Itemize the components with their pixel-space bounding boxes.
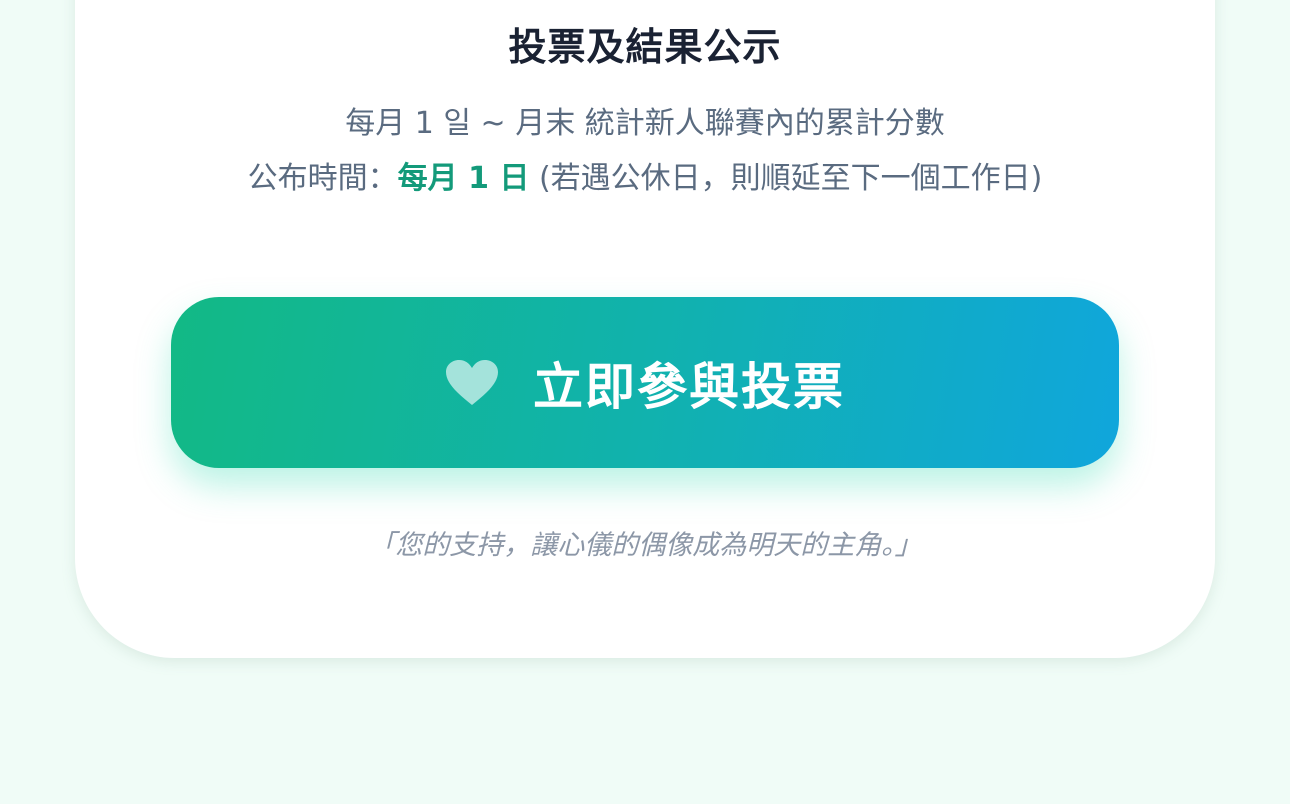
vote-now-button[interactable]: 立即參與投票 <box>171 297 1119 468</box>
vote-info-card: 投票及結果公示 每月 1 일 ~ 月末 統計新人聯賽內的累計分數 公布時間：每月… <box>75 0 1215 658</box>
heart-icon <box>445 359 499 407</box>
announce-date: 每月 1 日 <box>397 161 530 196</box>
support-quote: 「您的支持，讓心儀的偶像成為明天的主角。」 <box>368 530 922 561</box>
section-title: 投票及結果公示 <box>508 25 782 69</box>
announce-suffix: (若遇公休日，則順延至下一個工作日) <box>529 161 1043 196</box>
announce-prefix: 公布時間： <box>247 161 398 196</box>
announce-time-text: 公布時間：每月 1 日 (若遇公休日，則順延至下一個工作日) <box>75 153 1215 197</box>
vote-now-label: 立即參與投票 <box>533 357 845 416</box>
period-text: 每月 1 일 ~ 月末 統計新人聯賽內的累計分數 <box>345 106 945 141</box>
